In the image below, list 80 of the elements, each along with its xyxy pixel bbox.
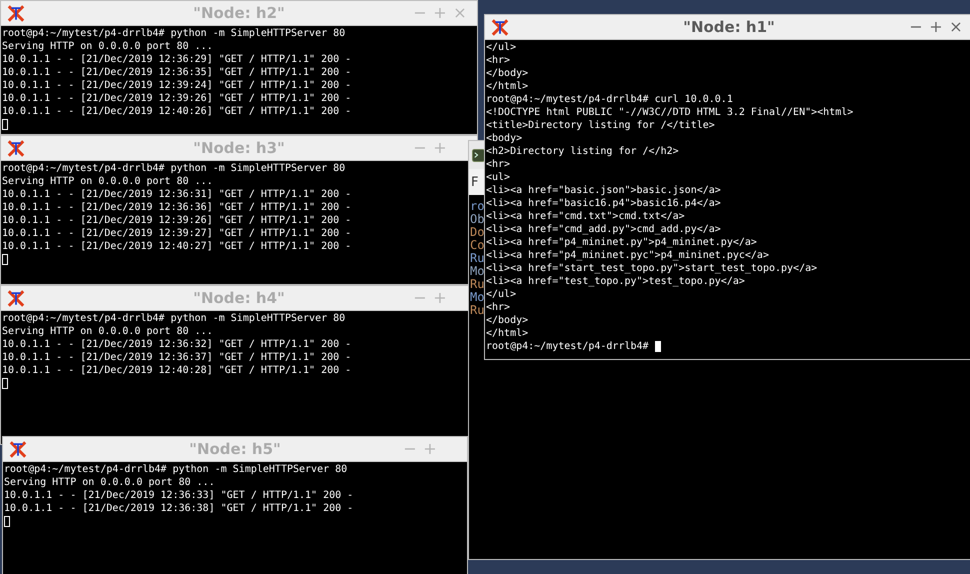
- terminal-line: </body>: [486, 67, 528, 80]
- terminal-line: </html>: [486, 327, 528, 340]
- terminal-line: Ob: [470, 213, 484, 226]
- terminal-line: 10.0.1.1 - - [21/Dec/2019 12:39:27] "GET / HTTP/1.1" 200 -: [2, 227, 352, 240]
- terminal-line: <li><a href="p4_mininet.pyc">p4_mininet.pyc</a>: [486, 249, 769, 262]
- window-control[interactable]: −: [413, 289, 427, 307]
- terminal-line: 10.0.1.1 - - [21/Dec/2019 12:36:31] "GET / HTTP/1.1" 200 -: [2, 188, 352, 201]
- terminal-line: root@p4:~/mytest/p4-drrlb4# python -m SimpleHTTPServer 80: [2, 27, 346, 40]
- terminal-line: Co: [470, 239, 484, 252]
- terminal-line: 10.0.1.1 - - [21/Dec/2019 12:40:28] "GET / HTTP/1.1" 200 -: [2, 364, 352, 377]
- terminal-line: 10.0.1.1 - - [21/Dec/2019 12:36:38] "GET / HTTP/1.1" 200 -: [4, 502, 354, 515]
- terminal-line: <body>: [486, 132, 522, 145]
- x-logo-icon: [491, 18, 509, 36]
- terminal-line: root@p4:~/mytest/p4-drrlb4# python -m SimpleHTTPServer 80: [2, 162, 346, 175]
- terminal-line: Serving HTTP on 0.0.0.0 port 80 ...: [4, 476, 215, 489]
- terminal-line: </html>: [486, 80, 528, 93]
- terminal-line: root@p4:~/mytest/p4-drrlb4# python -m SimpleHTTPServer 80: [2, 312, 346, 325]
- terminal-line: Ru: [470, 252, 484, 265]
- x-logo-icon: [7, 4, 25, 22]
- window-control[interactable]: −: [413, 139, 427, 157]
- terminal-line: <title>Directory listing for /</title>: [486, 119, 715, 132]
- window-control[interactable]: ×: [453, 4, 467, 22]
- terminal-line: <hr>: [486, 54, 510, 67]
- terminal-line: 10.0.1.1 - - [21/Dec/2019 12:36:37] "GET / HTTP/1.1" 200 -: [2, 351, 352, 364]
- terminal-line: <li><a href="basic16.p4">basic16.p4</a>: [486, 197, 721, 210]
- terminal-line: Ru: [470, 304, 484, 317]
- window-control[interactable]: +: [433, 139, 447, 157]
- terminal-line: </body>: [486, 314, 528, 327]
- window-control[interactable]: +: [433, 289, 447, 307]
- terminal-line: 10.0.1.1 - - [21/Dec/2019 12:40:26] "GET / HTTP/1.1" 200 -: [2, 105, 352, 118]
- terminal-line: Serving HTTP on 0.0.0.0 port 80 ...: [2, 175, 213, 188]
- terminal-prompt: root@p4:~/mytest/p4-drrlb4#: [486, 340, 650, 353]
- terminal-line: Serving HTTP on 0.0.0.0 port 80 ...: [2, 325, 213, 338]
- window-control[interactable]: +: [433, 4, 447, 22]
- x-logo-icon: [7, 140, 25, 156]
- terminal-line: <hr>: [486, 301, 510, 314]
- terminal-line: <li><a href="basic.json">basic.json</a>: [486, 184, 721, 197]
- terminal-line: <li><a href="p4_mininet.py">p4_mininet.py</a>: [486, 236, 757, 249]
- window-control[interactable]: −: [909, 18, 923, 36]
- terminal-line: <h2>Directory listing for /</h2>: [486, 145, 679, 158]
- window-title: "Node: h5": [189, 440, 281, 458]
- terminal-line: <li><a href="cmd_add.py">cmd_add.py</a>: [486, 223, 721, 236]
- terminal-line: <!DOCTYPE html PUBLIC "-//W3C//DTD HTML 3.2 Final//EN"><html>: [486, 106, 854, 119]
- terminal-line: root@p4:~/mytest/p4-drrlb4# curl 10.0.0.1: [486, 93, 733, 106]
- terminal-line: 10.0.1.1 - - [21/Dec/2019 12:36:29] "GET / HTTP/1.1" 200 -: [2, 53, 352, 66]
- terminal-line: 10.0.1.1 - - [21/Dec/2019 12:36:33] "GET / HTTP/1.1" 200 -: [4, 489, 354, 502]
- terminal-line: Mo: [470, 265, 484, 278]
- terminal-line: ro: [470, 200, 484, 213]
- terminal-line: <li><a href="test_topo.py">test_topo.py</a>: [486, 275, 745, 288]
- menu-item[interactable]: F: [471, 174, 478, 190]
- terminal-line: 10.0.1.1 - - [21/Dec/2019 12:39:26] "GET / HTTP/1.1" 200 -: [2, 92, 352, 105]
- terminal-line: <hr>: [486, 158, 510, 171]
- terminal-line: <li><a href="start_test_topo.py">start_test_topo.py</a>: [486, 262, 818, 275]
- terminal-line: <li><a href="cmd.txt">cmd.txt</a>: [486, 210, 685, 223]
- terminal-line: Ru: [470, 278, 484, 291]
- x-logo-icon: [9, 440, 27, 458]
- terminal-line: 10.0.1.1 - - [21/Dec/2019 12:36:32] "GET / HTTP/1.1" 200 -: [2, 338, 352, 351]
- terminal-line: 10.0.1.1 - - [21/Dec/2019 12:36:35] "GET / HTTP/1.1" 200 -: [2, 66, 352, 79]
- terminal-line: </ul>: [486, 41, 516, 54]
- terminal-line: 10.0.1.1 - - [21/Dec/2019 12:40:27] "GET / HTTP/1.1" 200 -: [2, 240, 352, 253]
- window-control[interactable]: +: [423, 440, 437, 458]
- terminal-line: Serving HTTP on 0.0.0.0 port 80 ...: [2, 40, 213, 53]
- terminal-line: <ul>: [486, 171, 510, 184]
- terminal-line: Mo: [470, 291, 484, 304]
- terminal-line: root@p4:~/mytest/p4-drrlb4# python -m SimpleHTTPServer 80: [4, 463, 348, 476]
- window-title: "Node: h3": [193, 139, 285, 157]
- window-control[interactable]: ×: [949, 18, 963, 36]
- window-title: "Node: h2": [193, 4, 285, 22]
- terminal-line: </ul>: [486, 288, 516, 301]
- window-control[interactable]: +: [929, 18, 943, 36]
- terminal-line: 10.0.1.1 - - [21/Dec/2019 12:36:36] "GET / HTTP/1.1" 200 -: [2, 201, 352, 214]
- terminal-line: Do: [470, 226, 484, 239]
- terminal-icon[interactable]: [472, 148, 485, 162]
- window-title: "Node: h1": [683, 18, 775, 36]
- window-control[interactable]: −: [413, 4, 427, 22]
- terminal-line: 10.0.1.1 - - [21/Dec/2019 12:39:24] "GET / HTTP/1.1" 200 -: [2, 79, 352, 92]
- x-logo-icon: [7, 290, 25, 306]
- window-title: "Node: h4": [193, 289, 285, 307]
- window-control[interactable]: −: [403, 440, 417, 458]
- terminal-line: 10.0.1.1 - - [21/Dec/2019 12:39:26] "GET / HTTP/1.1" 200 -: [2, 214, 352, 227]
